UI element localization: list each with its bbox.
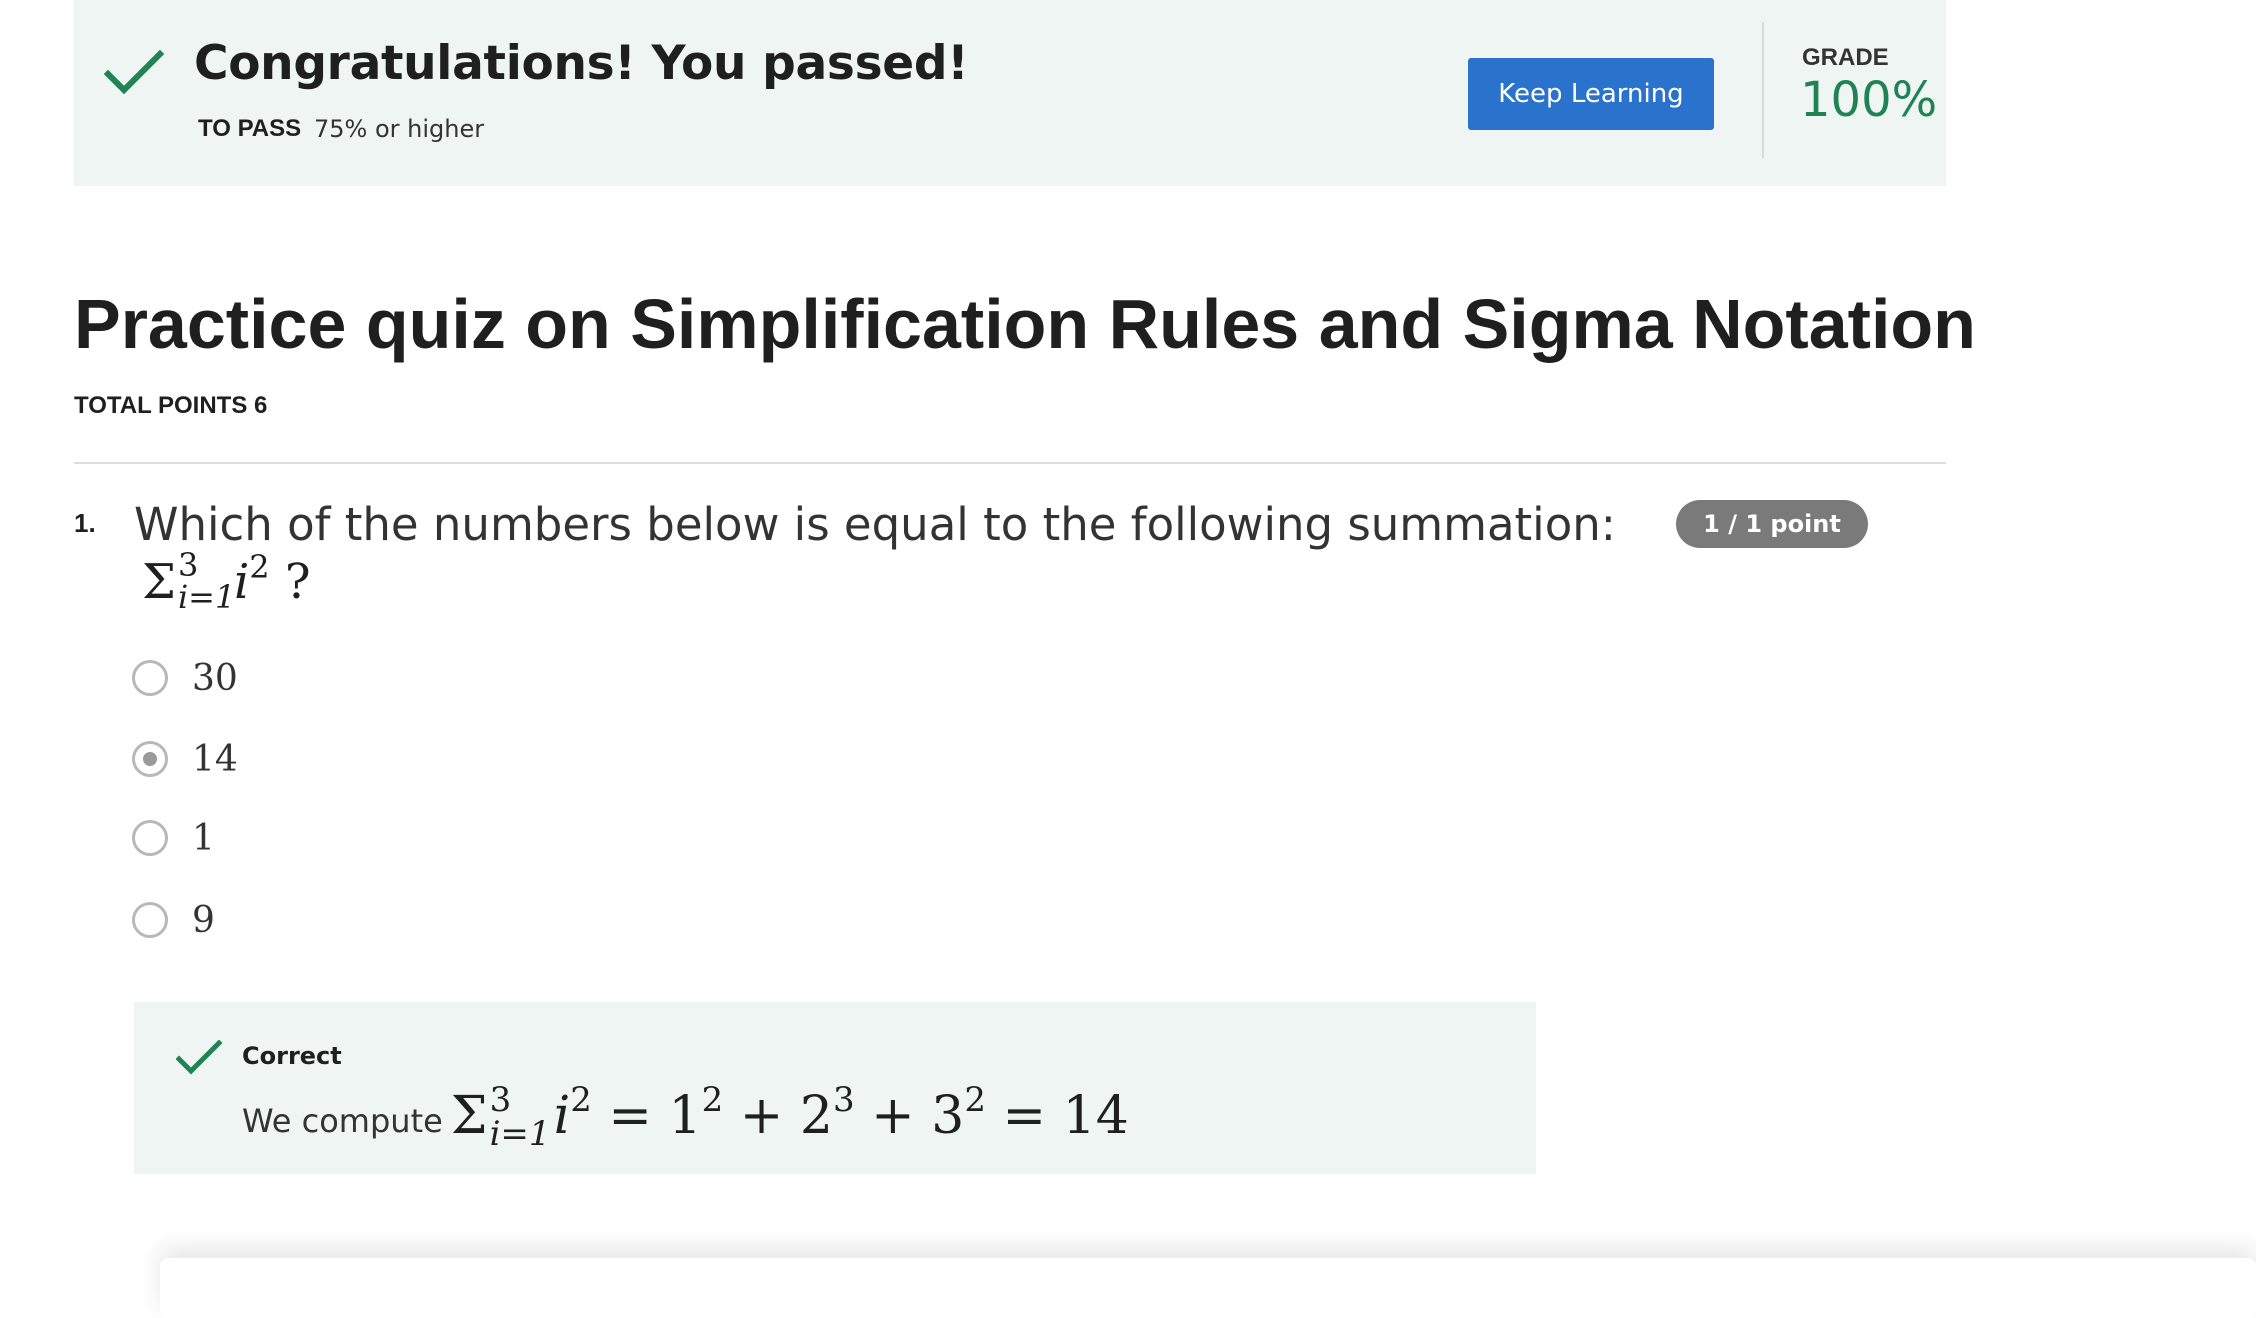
to-pass-value: 75% or higher xyxy=(314,115,485,143)
equals-sign: = xyxy=(1002,1086,1047,1146)
sum-result: 14 xyxy=(1062,1086,1129,1146)
sum-lower-bound: i=1 xyxy=(177,578,236,616)
check-icon xyxy=(176,1040,222,1075)
sum-variable: i xyxy=(233,554,250,610)
radio-button[interactable] xyxy=(132,902,168,938)
radio-button-selected[interactable] xyxy=(132,741,168,777)
next-question-card xyxy=(160,1258,2256,1318)
question-formula: Σ 3 i=1 i2 ? xyxy=(142,546,311,618)
sum-exponent: 2 xyxy=(570,1080,592,1120)
equals-sign: = xyxy=(608,1086,652,1146)
answer-option[interactable]: 30 xyxy=(132,656,238,700)
grade-label: GRADE xyxy=(1802,44,1889,71)
to-pass-label: TO PASS xyxy=(198,115,302,142)
option-label: 14 xyxy=(192,738,238,780)
option-label: 30 xyxy=(192,657,238,699)
option-label: 1 xyxy=(192,817,215,859)
plus-sign: + xyxy=(871,1086,915,1146)
feedback-explanation: We compute Σ 3 i=1 i2 = 12 + 23 + 32 = 14 xyxy=(242,1080,1129,1154)
feedback-formula: Σ 3 i=1 i2 = 12 + 23 + 32 = 14 xyxy=(450,1080,1129,1154)
feedback-status: Correct xyxy=(242,1042,342,1070)
sum-lower-bound: i=1 xyxy=(489,1114,551,1154)
term-exponent: 2 xyxy=(964,1080,986,1120)
plus-sign: + xyxy=(739,1086,784,1146)
term-base: 3 xyxy=(931,1086,965,1146)
banner-divider xyxy=(1762,22,1764,158)
divider xyxy=(74,462,1946,464)
answer-option[interactable]: 14 xyxy=(132,737,238,781)
sigma-symbol: Σ xyxy=(142,554,176,610)
feedback-lead: We compute xyxy=(242,1102,443,1140)
radio-button[interactable] xyxy=(132,820,168,856)
term-exponent: 2 xyxy=(701,1080,724,1120)
option-label: 9 xyxy=(192,899,215,941)
question-number: 1. xyxy=(74,508,96,538)
sum-variable: i xyxy=(553,1086,571,1146)
grade-value: 100% xyxy=(1800,72,1938,128)
pass-message: Congratulations! You passed! xyxy=(194,36,969,91)
total-points: TOTAL POINTS 6 xyxy=(74,392,268,419)
question-mark: ? xyxy=(284,554,311,610)
check-icon xyxy=(104,49,164,95)
keep-learning-button[interactable]: Keep Learning xyxy=(1468,58,1714,130)
term-exponent: 3 xyxy=(832,1080,855,1120)
radio-button[interactable] xyxy=(132,660,168,696)
page-title: Practice quiz on Simplification Rules an… xyxy=(74,285,1976,363)
sum-exponent: 2 xyxy=(249,548,270,586)
sigma-symbol: Σ xyxy=(450,1086,488,1146)
answer-option[interactable]: 9 xyxy=(132,898,215,942)
score-badge: 1 / 1 point xyxy=(1676,500,1868,548)
term-base: 1 xyxy=(668,1086,702,1146)
question-text: Which of the numbers below is equal to t… xyxy=(134,498,1616,551)
answer-option[interactable]: 1 xyxy=(132,816,215,860)
term-base: 2 xyxy=(799,1086,833,1146)
